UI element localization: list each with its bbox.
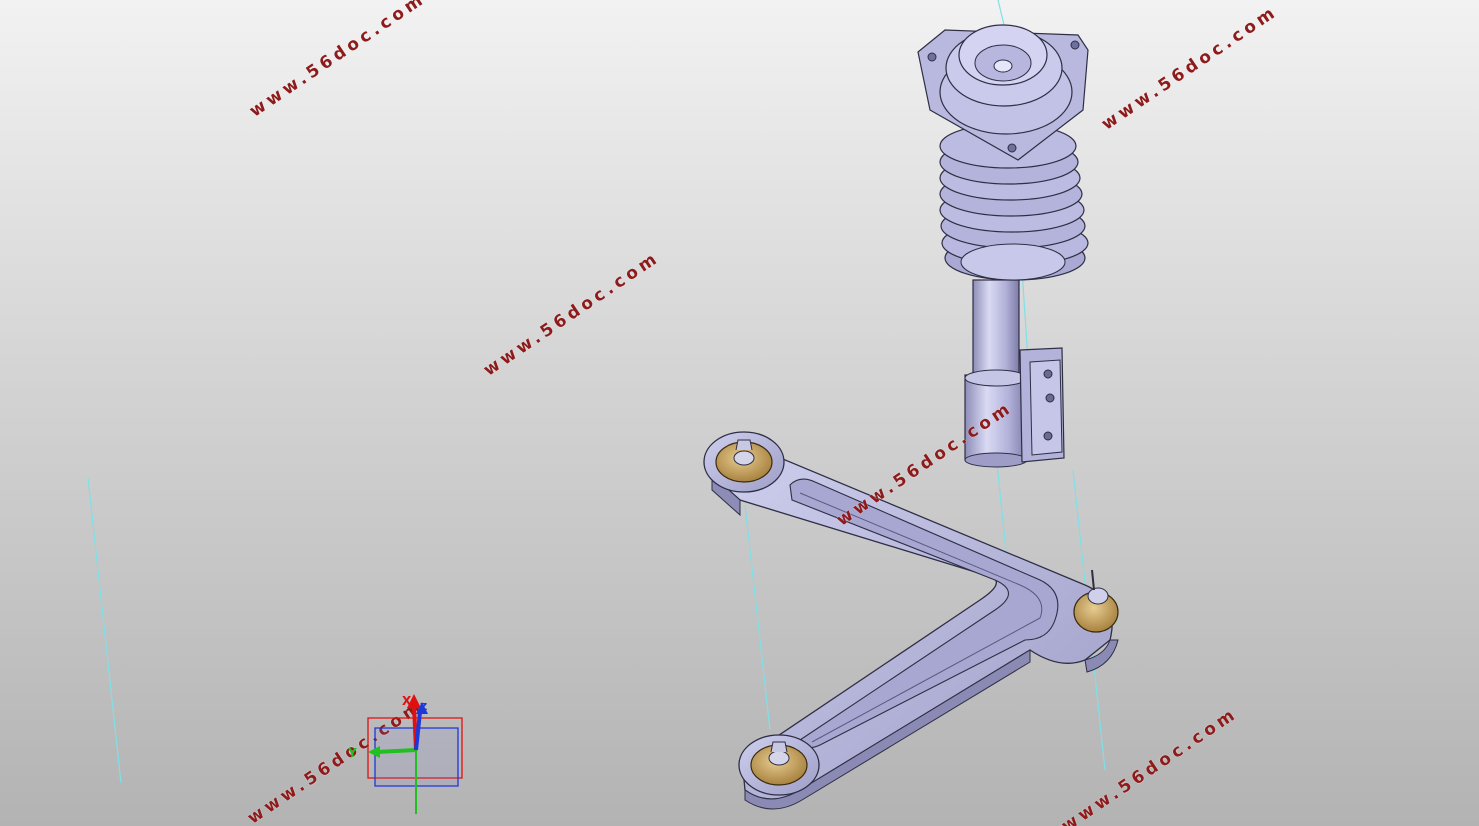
axis-compass[interactable]: X Y Z <box>340 688 470 816</box>
bolt-head-icon <box>768 750 790 766</box>
mount-hole-icon <box>1007 143 1017 153</box>
y-axis-arrow-icon <box>375 748 417 754</box>
ball-joint[interactable] <box>1073 569 1119 633</box>
bracket-hole-icon <box>1045 393 1055 403</box>
stud-pin-icon <box>1091 569 1095 591</box>
y-arrowhead-icon <box>368 746 380 758</box>
stud-icon <box>1087 587 1109 605</box>
mount-hole-icon <box>927 52 937 62</box>
spring-seat <box>960 243 1066 281</box>
x-axis-label: X <box>402 694 412 708</box>
piston-rod-nut-icon <box>993 59 1013 73</box>
mount-hole-icon <box>1070 40 1080 50</box>
bolt-thread-icon <box>770 741 788 753</box>
assembly-canvas[interactable] <box>0 0 1479 826</box>
y-axis-label: Y <box>348 746 357 760</box>
bolt-thread-icon <box>735 439 753 451</box>
shock-bottom <box>964 452 1028 468</box>
bracket-hole-icon <box>1043 431 1053 441</box>
bolt-head-icon <box>733 450 755 466</box>
3d-viewport[interactable]: www.56doc.com www.56doc.com www.56doc.co… <box>0 0 1479 826</box>
shock-collar <box>964 369 1028 387</box>
bracket-hole-icon <box>1043 369 1053 379</box>
z-axis-label: Z <box>420 702 428 713</box>
construction-line <box>87 477 122 784</box>
construction-line <box>744 504 771 731</box>
